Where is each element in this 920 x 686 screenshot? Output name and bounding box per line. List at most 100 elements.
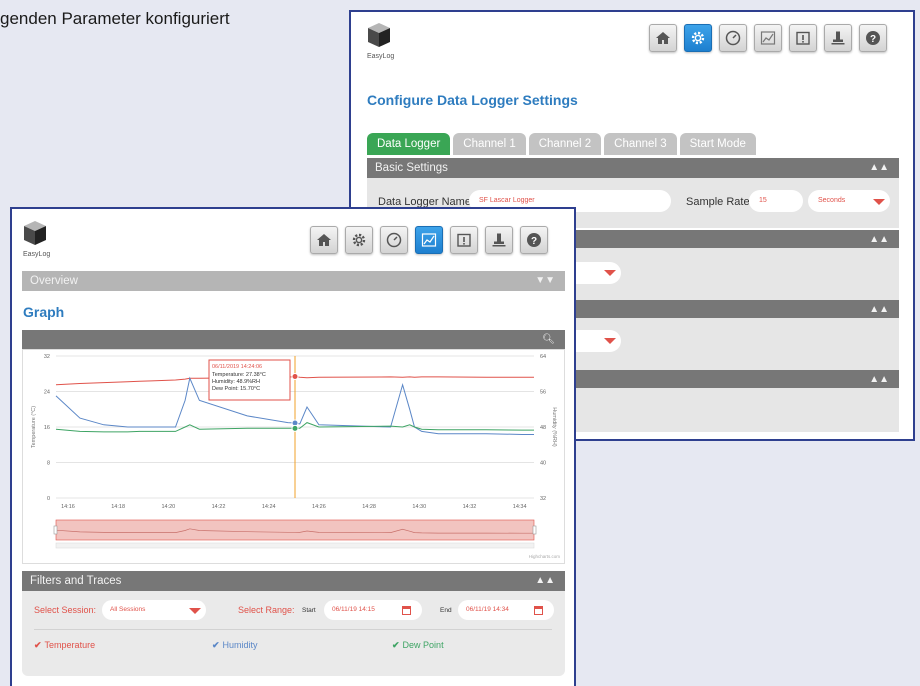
trace-label: Temperature <box>44 640 96 650</box>
tab-channel-3[interactable]: Channel 3 <box>604 133 677 155</box>
tooltip-dew-point: Dew Point: 15.70°C <box>212 386 260 392</box>
svg-text:?: ? <box>870 34 876 45</box>
x-tick-label: 14:18 <box>111 504 125 510</box>
logo-text: EasyLog <box>367 53 395 60</box>
alert-icon[interactable] <box>789 24 817 52</box>
calendar-icon[interactable] <box>534 606 543 615</box>
x-tick-label: 14:22 <box>212 504 226 510</box>
dropdown-arrow-icon <box>604 270 616 276</box>
settings-title: Configure Data Logger Settings <box>367 92 578 108</box>
y-left-tick-label: 24 <box>44 390 50 396</box>
home-icon[interactable] <box>310 226 338 254</box>
graph-window: EasyLog ? Overview ▼▼ Graph 🔍︎ 0 32 8 40 16 4… <box>10 207 576 686</box>
dropdown-arrow-icon <box>604 338 616 344</box>
x-tick-label: 14:24 <box>262 504 276 510</box>
toolbar: ? <box>649 24 887 52</box>
help-icon[interactable]: ? <box>859 24 887 52</box>
tooltip-time: 06/11/2019 14:24:06 <box>212 364 262 370</box>
dropdown-arrow-icon <box>189 608 201 614</box>
basic-settings-header[interactable]: Basic Settings ▲▲ <box>367 158 899 178</box>
dropdown-arrow-icon <box>873 199 885 205</box>
tab-data-logger[interactable]: Data Logger <box>367 133 451 155</box>
x-tick-label: 14:32 <box>463 504 477 510</box>
end-label: End <box>440 607 452 614</box>
usb-logger-icon[interactable] <box>824 24 852 52</box>
gear-icon[interactable] <box>345 226 373 254</box>
logo-text: EasyLog <box>23 251 51 258</box>
navigator-range <box>55 519 535 541</box>
x-tick-label: 14:28 <box>362 504 376 510</box>
tab-channel-1[interactable]: Channel 1 <box>453 133 526 155</box>
y-left-tick-label: 8 <box>47 461 50 467</box>
x-tick-label: 14:26 <box>312 504 326 510</box>
settings-tabs: Data Logger Channel 1 Channel 2 Channel … <box>367 133 756 155</box>
trace-label: Dew Point <box>402 640 444 650</box>
sample-rate-label: Sample Rate <box>686 196 750 208</box>
trace-temperature-checkbox[interactable]: ✔ Temperature <box>34 640 95 651</box>
y-right-tick-label: 32 <box>540 496 546 502</box>
select-range-label: Select Range: <box>238 605 295 615</box>
logo-cube-icon <box>24 221 46 245</box>
graph-icon[interactable] <box>415 226 443 254</box>
collapse-chevron-icon: ▲▲ <box>869 374 889 385</box>
graph-icon[interactable] <box>754 24 782 52</box>
highcharts-credit: Highcharts.com <box>529 554 561 559</box>
x-tick-label: 14:34 <box>513 504 527 510</box>
gear-icon[interactable] <box>684 24 712 52</box>
checkmark-icon: ✔ <box>34 640 42 650</box>
filters-panel: Select Session: All Sessions Select Rang… <box>22 591 565 676</box>
collapse-chevron-icon: ▲▲ <box>869 304 889 315</box>
y-right-tick-label: 48 <box>540 425 546 431</box>
tooltip-temperature: Temperature: 27.38°C <box>212 372 266 378</box>
navigator-scrollbar <box>55 542 535 549</box>
alert-icon[interactable] <box>450 226 478 254</box>
basic-settings-label: Basic Settings <box>375 162 448 174</box>
toolbar: ? <box>310 226 548 254</box>
calendar-icon[interactable] <box>402 606 411 615</box>
x-tick-label: 14:20 <box>161 504 175 510</box>
overview-header[interactable]: Overview ▼▼ <box>22 271 565 291</box>
home-icon[interactable] <box>649 24 677 52</box>
y-right-tick-label: 64 <box>540 354 546 360</box>
y-left-axis-label: Temperature (°C) <box>31 406 37 448</box>
x-tick-label: 14:30 <box>412 504 426 510</box>
navigator-handle-right <box>532 525 537 535</box>
trace-humidity-checkbox[interactable]: ✔ Humidity <box>212 640 258 651</box>
y-right-axis-label: Humidity (%RH) <box>551 407 557 447</box>
y-left-tick-label: 16 <box>44 425 50 431</box>
usb-logger-icon[interactable] <box>485 226 513 254</box>
page-heading: genden Parameter konfiguriert <box>0 9 230 28</box>
expand-chevron-icon: ▼▼ <box>535 275 555 286</box>
zoom-icon[interactable]: 🔍︎ <box>542 330 555 350</box>
collapse-chevron-icon: ▲▲ <box>535 575 555 586</box>
y-right-tick-label: 40 <box>540 461 546 467</box>
start-label: Start <box>302 607 316 614</box>
trace-label: Humidity <box>222 640 258 650</box>
easylog-logo: EasyLog <box>23 220 53 258</box>
trace-dew-point-checkbox[interactable]: ✔ Dew Point <box>392 640 444 651</box>
hover-point <box>291 373 299 381</box>
select-session-label: Select Session: <box>34 605 97 615</box>
checkmark-icon: ✔ <box>212 640 220 650</box>
checkmark-icon: ✔ <box>392 640 400 650</box>
filters-header[interactable]: Filters and Traces ▲▲ <box>22 571 565 591</box>
gauge-icon[interactable] <box>719 24 747 52</box>
tooltip-humidity: Humidity: 48.9%RH <box>212 379 260 385</box>
svg-text:?: ? <box>531 236 537 247</box>
navigator-handle-left <box>53 525 58 535</box>
tab-start-mode[interactable]: Start Mode <box>679 133 756 155</box>
sample-rate-field[interactable]: 15 <box>749 190 803 212</box>
y-right-tick-label: 56 <box>540 390 546 396</box>
hover-point <box>291 424 299 432</box>
help-icon[interactable]: ? <box>520 226 548 254</box>
graph-title: Graph <box>23 304 65 320</box>
line-chart[interactable]: 0 32 8 40 16 48 24 56 32 64 Temperature (°C) Humidi… <box>23 350 564 563</box>
filters-label: Filters and Traces <box>30 575 122 587</box>
tab-channel-2[interactable]: Channel 2 <box>528 133 602 155</box>
overview-label: Overview <box>30 275 78 287</box>
chart-header: 🔍︎ <box>22 330 565 349</box>
easylog-logo: EasyLog <box>367 22 397 60</box>
y-left-tick-label: 32 <box>44 354 50 360</box>
x-tick-label: 14:16 <box>61 504 75 510</box>
gauge-icon[interactable] <box>380 226 408 254</box>
